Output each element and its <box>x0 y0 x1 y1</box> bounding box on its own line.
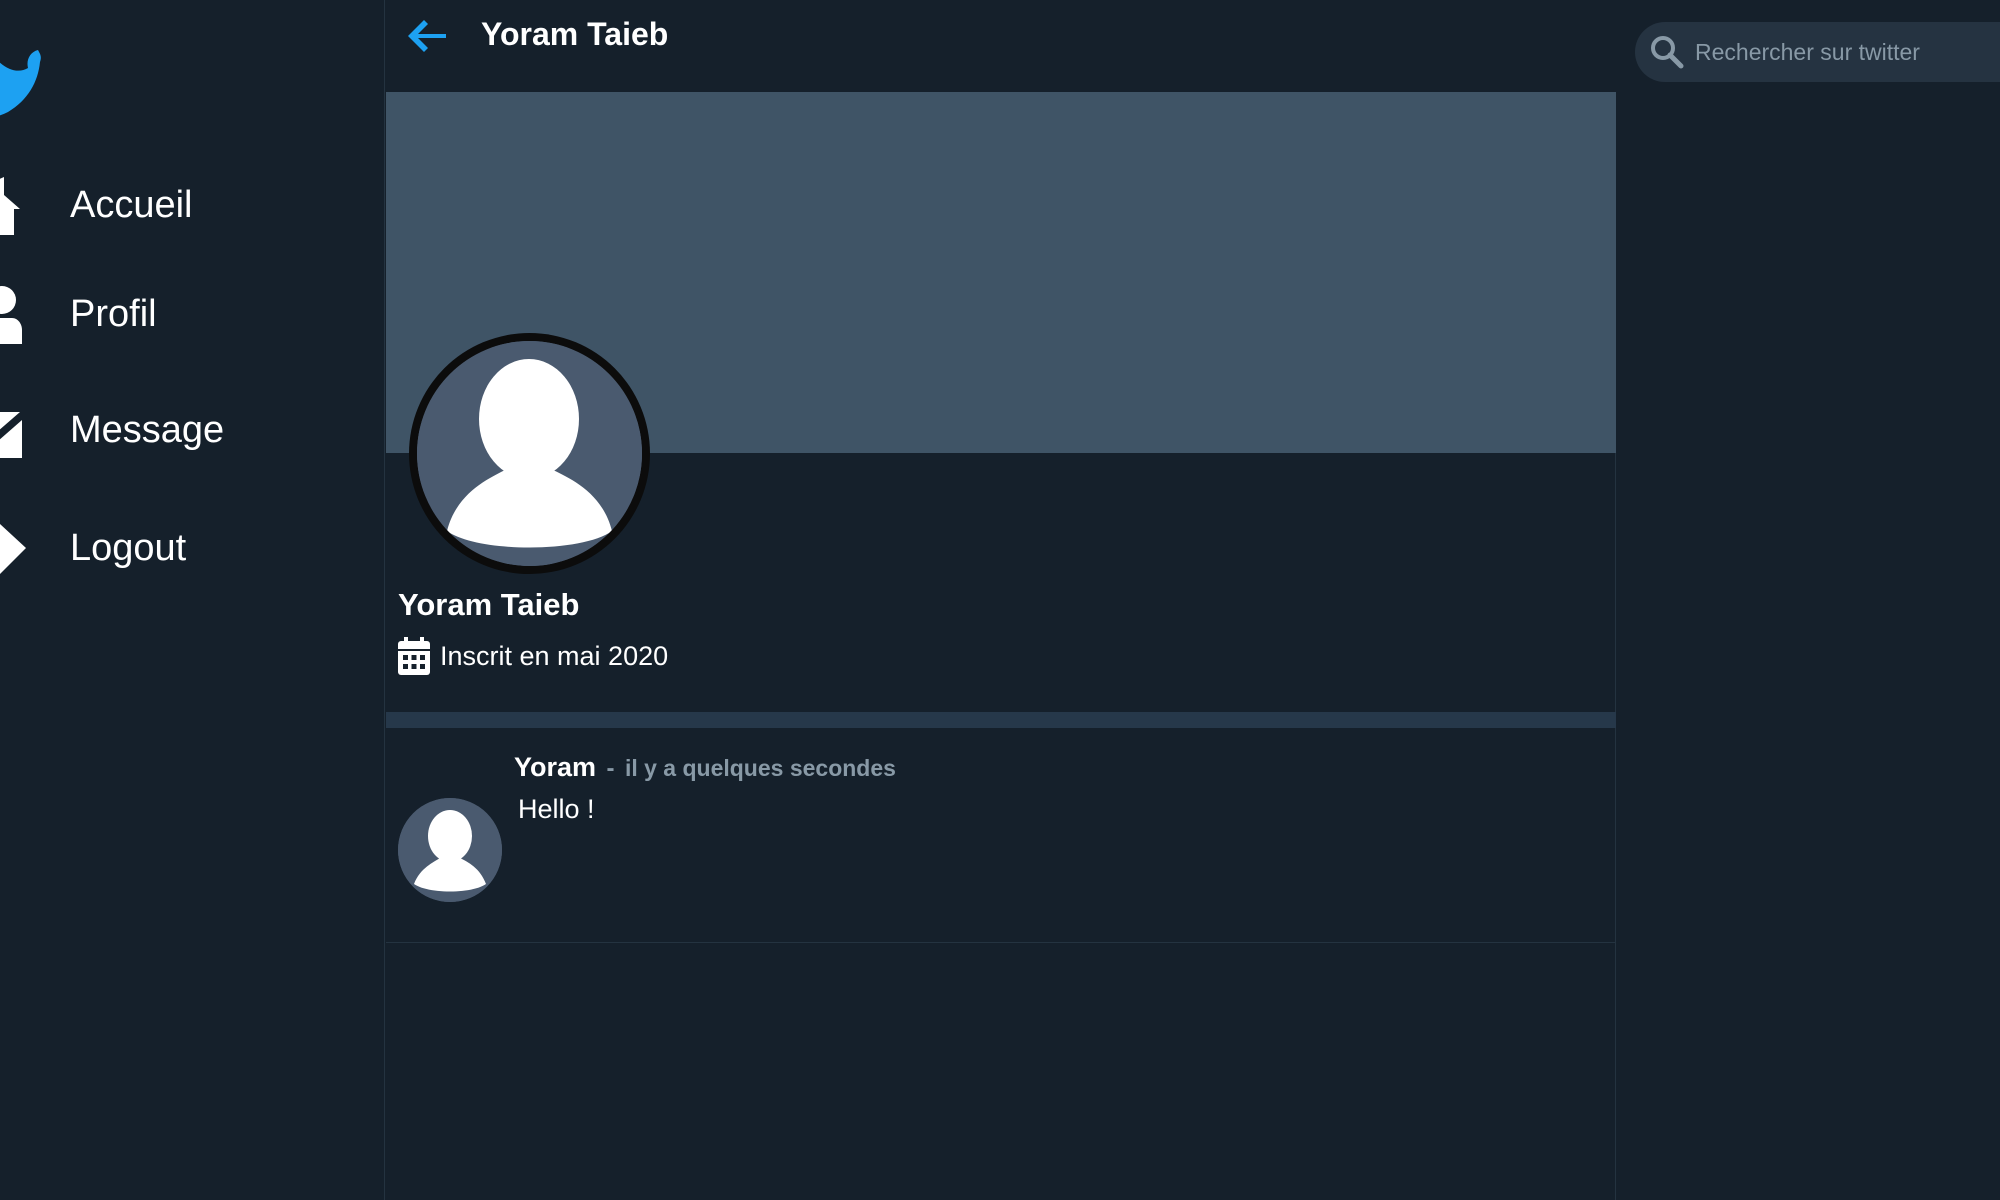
tweet-timestamp: il y a quelques secondes <box>624 755 896 781</box>
app-root: Accueil Profil Message Logout Yoram Taie… <box>0 0 2000 1200</box>
tweet-text: Hello ! <box>518 794 595 824</box>
tweet-avatar[interactable] <box>398 798 502 902</box>
nav-label: Logout <box>70 526 187 569</box>
arrow-left-icon[interactable] <box>406 14 450 58</box>
default-avatar-icon <box>417 341 642 566</box>
tweet-separator: - <box>606 755 615 782</box>
nav-label: Profil <box>70 292 157 335</box>
nav-label: Message <box>70 408 225 451</box>
default-avatar-icon <box>398 798 502 902</box>
profile-name: Yoram Taieb <box>398 587 580 622</box>
tweet-header: Yoram - il y a quelques secondes <box>514 752 896 783</box>
right-column <box>1617 0 2000 1200</box>
search-bar[interactable] <box>1635 22 2000 82</box>
nav-item-accueil[interactable]: Accueil <box>0 170 360 240</box>
logout-icon <box>0 524 26 574</box>
section-divider <box>386 712 1616 728</box>
envelope-icon <box>0 412 22 458</box>
calendar-icon <box>398 637 430 675</box>
joined-date: Inscrit en mai 2020 <box>398 636 668 676</box>
home-icon <box>0 177 20 235</box>
profile-column: Yoram Taieb Yoram Taieb Inscrit en mai 2… <box>386 0 1616 1200</box>
tweet-item[interactable]: Yoram - il y a quelques secondes Hello ! <box>386 728 1616 943</box>
tweet-author[interactable]: Yoram <box>514 752 596 782</box>
nav-item-logout[interactable]: Logout <box>0 513 360 583</box>
joined-text: Inscrit en mai 2020 <box>440 640 669 671</box>
profile-header: Yoram Taieb <box>386 0 1616 92</box>
search-input[interactable] <box>1695 32 1995 72</box>
avatar[interactable] <box>409 333 650 574</box>
twitter-bird-icon[interactable] <box>0 44 42 120</box>
nav-item-profil[interactable]: Profil <box>0 279 360 349</box>
user-icon <box>0 286 22 344</box>
search-icon <box>1651 36 1684 69</box>
sidebar: Accueil Profil Message Logout <box>0 0 385 1200</box>
page-title: Yoram Taieb <box>481 16 669 52</box>
nav-label: Accueil <box>70 183 193 226</box>
nav-item-message[interactable]: Message <box>0 395 360 465</box>
